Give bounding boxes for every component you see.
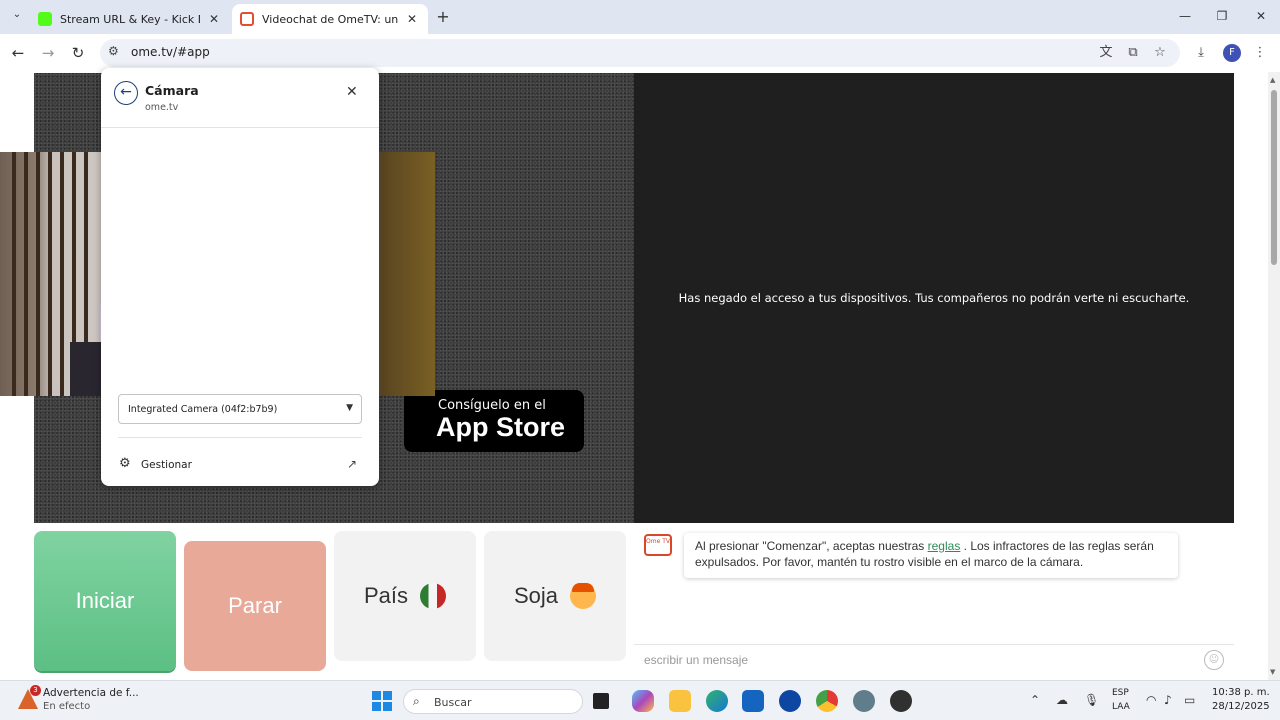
camera-select-value: Integrated Camera (04f2:b7b9) — [128, 404, 278, 415]
boy-face-icon — [570, 583, 597, 609]
stop-button[interactable]: Parar — [184, 541, 326, 671]
clock-time[interactable]: 10:38 p. m. — [1212, 687, 1270, 698]
file-explorer-icon[interactable] — [669, 690, 691, 712]
search-placeholder: Buscar — [434, 696, 472, 709]
browser-toolbar: ← → ↻ ⚙ ome.tv/#app 文 ⧉ ☆ ⤓ F ⋮ — [0, 34, 1280, 72]
kick-favicon-icon — [38, 12, 52, 26]
mexico-flag-icon — [420, 583, 447, 609]
ometv-favicon-icon — [240, 12, 254, 26]
start-label: Iniciar — [75, 588, 135, 613]
obs-icon[interactable] — [890, 690, 912, 712]
chevron-up-icon[interactable]: ⌃ — [1030, 693, 1040, 707]
search-icon: ⌕ — [413, 694, 420, 708]
chevron-down-icon: ▼ — [346, 403, 353, 413]
ometv-page: Consíguelo en el App Store Has negado el… — [0, 68, 1280, 680]
install-app-icon[interactable]: ⧉ — [1123, 43, 1143, 63]
teamviewer-icon[interactable] — [779, 690, 801, 712]
translate-icon[interactable]: 文 — [1096, 43, 1116, 63]
scroll-down-icon[interactable]: ▼ — [1270, 668, 1275, 676]
chrome-icon[interactable] — [816, 690, 838, 712]
ometv-logo-icon: Ome TV — [644, 534, 672, 556]
bookmark-star-icon[interactable]: ☆ — [1150, 43, 1170, 63]
camera-permission-popup: ← Cámara ome.tv ✕ Integrated Camera (04f… — [101, 68, 379, 486]
keyboard-layout: LAA — [1112, 702, 1130, 712]
app-store-badge[interactable]: Consíguelo en el App Store — [404, 390, 584, 452]
popup-title: Cámara — [145, 83, 199, 98]
back-arrow-icon[interactable]: ← — [114, 81, 138, 105]
windows-start-icon[interactable] — [372, 691, 392, 711]
site-settings-icon[interactable]: ⚙ — [108, 44, 119, 58]
start-button[interactable]: Iniciar — [34, 531, 176, 671]
scroll-up-icon[interactable]: ▲ — [1270, 76, 1275, 84]
download-icon[interactable]: ⤓ — [1191, 43, 1211, 63]
back-icon[interactable]: ← — [7, 42, 29, 64]
gender-button[interactable]: Soja — [484, 531, 626, 661]
close-icon[interactable]: ✕ — [346, 84, 358, 100]
gear-icon: ⚙ — [119, 456, 131, 471]
camera-select[interactable]: Integrated Camera (04f2:b7b9) ▼ — [118, 394, 362, 424]
tab-search-menu-icon[interactable]: ⌄ — [8, 9, 26, 25]
settings-icon[interactable] — [853, 690, 875, 712]
task-view-icon[interactable] — [593, 693, 609, 709]
divider — [101, 127, 379, 128]
reload-icon[interactable]: ↻ — [67, 42, 89, 64]
restore-icon[interactable]: ❐ — [1207, 6, 1237, 26]
windows-taskbar: 3 Advertencia de f... En efecto ⌕ Buscar… — [0, 680, 1280, 720]
tab-title: Stream URL & Key - Kick Dashb — [60, 12, 200, 26]
stop-label: Parar — [228, 593, 282, 618]
new-tab-icon[interactable]: + — [434, 8, 452, 26]
app-store-top-text: Consíguelo en el — [438, 398, 546, 413]
volume-icon[interactable]: ♪ — [1164, 693, 1172, 707]
browser-tab-strip: ⌄ Stream URL & Key - Kick Dashb ✕ Videoc… — [0, 0, 1280, 34]
edge-icon[interactable] — [706, 690, 728, 712]
clock-date: 28/12/2025 — [1212, 701, 1270, 712]
close-tab-icon[interactable]: ✕ — [206, 11, 222, 27]
chat-system-message: Al presionar "Comenzar", aceptas nuestra… — [684, 533, 1178, 578]
partner-video-area: Has negado el acceso a tus dispositivos.… — [634, 73, 1234, 523]
notification-badge: 3 — [30, 685, 41, 696]
profile-avatar[interactable]: F — [1223, 44, 1241, 62]
chat-input[interactable]: escribir un mensaje ☺ — [634, 644, 1234, 674]
manage-link[interactable]: Gestionar — [141, 459, 192, 471]
minimize-icon[interactable]: — — [1170, 6, 1200, 26]
taskbar-search[interactable]: ⌕ Buscar — [403, 689, 583, 714]
weather-widget-title[interactable]: Advertencia de f... — [43, 687, 139, 699]
close-tab-icon[interactable]: ✕ — [404, 11, 420, 27]
tab-ometv[interactable]: Videochat de OmeTV: una alter ✕ — [232, 4, 428, 34]
device-denied-message: Has negado el acceso a tus dispositivos.… — [678, 291, 1190, 305]
store-icon[interactable] — [742, 690, 764, 712]
chat-input-placeholder: escribir un mensaje — [644, 653, 749, 667]
wifi-icon[interactable]: ◠ — [1146, 693, 1156, 707]
battery-icon[interactable]: ▭ — [1184, 693, 1195, 707]
close-window-icon[interactable]: ✕ — [1246, 6, 1276, 26]
country-button[interactable]: País — [334, 531, 476, 661]
divider — [118, 437, 362, 438]
address-bar[interactable]: ⚙ ome.tv/#app — [100, 39, 1180, 67]
external-link-icon[interactable]: ↗ — [347, 457, 357, 471]
url-text: ome.tv/#app — [131, 45, 210, 59]
copilot-icon[interactable] — [632, 690, 654, 712]
weather-widget-subtitle: En efecto — [43, 701, 91, 712]
tab-kick-dashboard[interactable]: Stream URL & Key - Kick Dashb ✕ — [30, 4, 230, 34]
country-label: País — [363, 583, 409, 608]
scrollbar-thumb[interactable] — [1271, 90, 1277, 265]
gender-label: Soja — [513, 583, 559, 608]
popup-origin: ome.tv — [145, 102, 179, 113]
tab-title: Videochat de OmeTV: una alter — [262, 12, 398, 26]
browser-menu-icon[interactable]: ⋮ — [1250, 43, 1270, 63]
onedrive-icon[interactable]: ☁ — [1056, 693, 1068, 707]
app-store-main-text: App Store — [436, 412, 566, 442]
rules-link[interactable]: reglas — [928, 539, 961, 553]
page-scrollbar[interactable]: ▲ ▼ — [1268, 72, 1280, 680]
forward-icon[interactable]: → — [37, 42, 59, 64]
language-indicator[interactable]: ESP — [1112, 688, 1129, 698]
microphone-icon[interactable]: 🎙 — [1084, 693, 1099, 707]
notice-text-start: Al presionar "Comenzar", aceptas nuestra… — [695, 539, 928, 553]
emoji-icon[interactable]: ☺ — [1204, 650, 1224, 670]
chat-panel: Ome TV Al presionar "Comenzar", aceptas … — [634, 524, 1234, 672]
